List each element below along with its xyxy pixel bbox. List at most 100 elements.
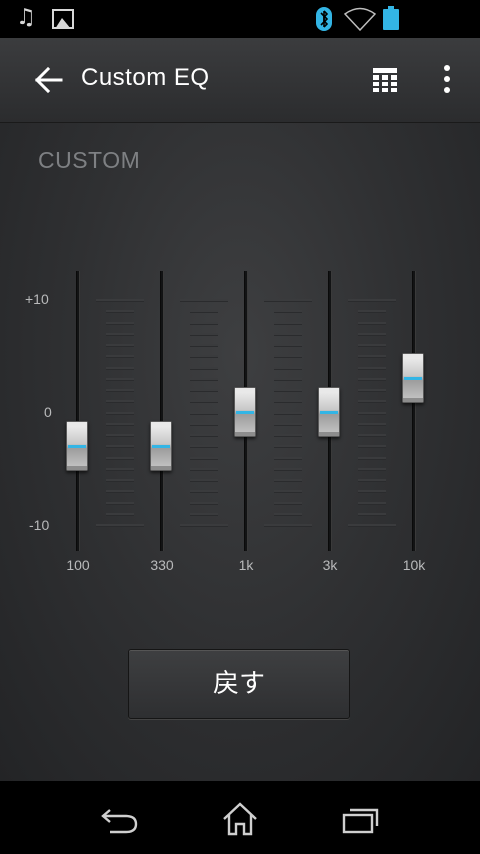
scale-rung [190, 310, 218, 314]
scale-rung [190, 366, 218, 370]
db-label-top: +10 [25, 291, 49, 307]
scale-rung [358, 467, 386, 471]
eq-band-330 [138, 271, 186, 551]
scale-rung [358, 479, 386, 482]
slider-thumb[interactable] [150, 420, 172, 471]
eq-band-1k [222, 271, 270, 551]
scale-rung [180, 524, 228, 527]
scale-rung [106, 479, 134, 482]
scale-rung [190, 467, 218, 471]
overflow-menu-icon[interactable] [440, 64, 454, 94]
scale-rung [358, 434, 386, 437]
slider-thumb[interactable] [66, 420, 88, 471]
band-frequency-label: 330 [150, 557, 174, 573]
scale-rung [358, 366, 386, 370]
scale-rung [180, 299, 228, 302]
wifi-icon [343, 7, 377, 35]
level-indicator [320, 411, 338, 414]
band-frequency-label: 1k [238, 557, 254, 573]
scale-rung [106, 377, 134, 381]
eq-band-100 [54, 271, 102, 551]
level-indicator [152, 444, 170, 448]
battery-icon [383, 6, 399, 30]
thumb-edge [403, 398, 423, 403]
slider-thumb[interactable] [402, 353, 424, 404]
scale-ladder [180, 299, 228, 529]
scale-rung [96, 524, 144, 527]
scale-rung [274, 411, 302, 415]
slider-track[interactable] [76, 271, 80, 551]
scale-rung [274, 445, 302, 449]
level-indicator [404, 377, 422, 381]
slider-track[interactable] [160, 271, 164, 551]
scale-rung [274, 344, 302, 347]
scale-rung [106, 422, 134, 426]
scale-rung [106, 456, 134, 460]
nav-home-icon[interactable] [220, 801, 260, 841]
scale-rung [190, 389, 218, 392]
db-label-middle: 0 [44, 404, 52, 420]
scale-rung [358, 512, 386, 516]
scale-rung [190, 434, 218, 437]
scale-rung [274, 310, 302, 314]
scale-rung [274, 479, 302, 482]
scale-rung [348, 524, 396, 527]
scale-rung [190, 456, 218, 460]
reset-button[interactable]: 戻す [128, 649, 350, 719]
scale-rung [190, 400, 218, 404]
scale-ladder [348, 299, 396, 529]
scale-rung [348, 299, 396, 302]
scale-rung [358, 355, 386, 359]
scale-rung [358, 321, 386, 325]
scale-rung [106, 512, 134, 516]
scale-rung [358, 445, 386, 449]
scale-rung [106, 467, 134, 471]
db-label-bottom: -10 [29, 517, 50, 533]
thumb-edge [151, 421, 171, 426]
scale-ladder [264, 299, 312, 529]
scale-rung [274, 422, 302, 426]
scale-rung [190, 377, 218, 381]
scale-rung [190, 422, 218, 426]
scale-rung [358, 411, 386, 415]
scale-rung [358, 344, 386, 347]
grid-icon[interactable] [373, 68, 397, 92]
scale-rung [264, 524, 312, 527]
gallery-icon [52, 9, 74, 29]
scale-rung [274, 456, 302, 460]
scale-rung [190, 479, 218, 482]
level-indicator [68, 444, 86, 448]
scale-rung [106, 501, 134, 505]
scale-rung [264, 299, 312, 302]
scale-rung [274, 434, 302, 437]
scale-rung [96, 299, 144, 302]
scale-rung [190, 332, 218, 336]
thumb-edge [319, 432, 339, 436]
nav-recent-apps-icon[interactable] [340, 805, 380, 839]
scale-rung [190, 344, 218, 347]
preset-name: CUSTOM [38, 147, 141, 173]
scale-rung [106, 332, 134, 336]
scale-rung [274, 490, 302, 494]
back-arrow-icon[interactable] [34, 66, 64, 94]
nav-back-icon[interactable] [100, 805, 140, 839]
slider-thumb[interactable] [318, 387, 340, 437]
eq-band-3k [306, 271, 354, 551]
scale-rung [274, 366, 302, 370]
scale-rung [190, 501, 218, 505]
scale-rung [106, 434, 134, 437]
thumb-edge [151, 465, 171, 470]
navigation-bar [0, 781, 480, 854]
music-note-icon: ♫ [16, 5, 36, 30]
scale-rung [106, 389, 134, 392]
screen-title: Custom EQ [81, 64, 210, 91]
slider-track[interactable] [412, 271, 416, 551]
slider-thumb[interactable] [234, 387, 256, 437]
bluetooth-icon [316, 7, 332, 31]
scale-rung [190, 355, 218, 359]
scale-rung [190, 445, 218, 449]
scale-rung [358, 456, 386, 460]
scale-rung [106, 490, 134, 494]
scale-rung [358, 310, 386, 314]
thumb-edge [67, 421, 87, 426]
